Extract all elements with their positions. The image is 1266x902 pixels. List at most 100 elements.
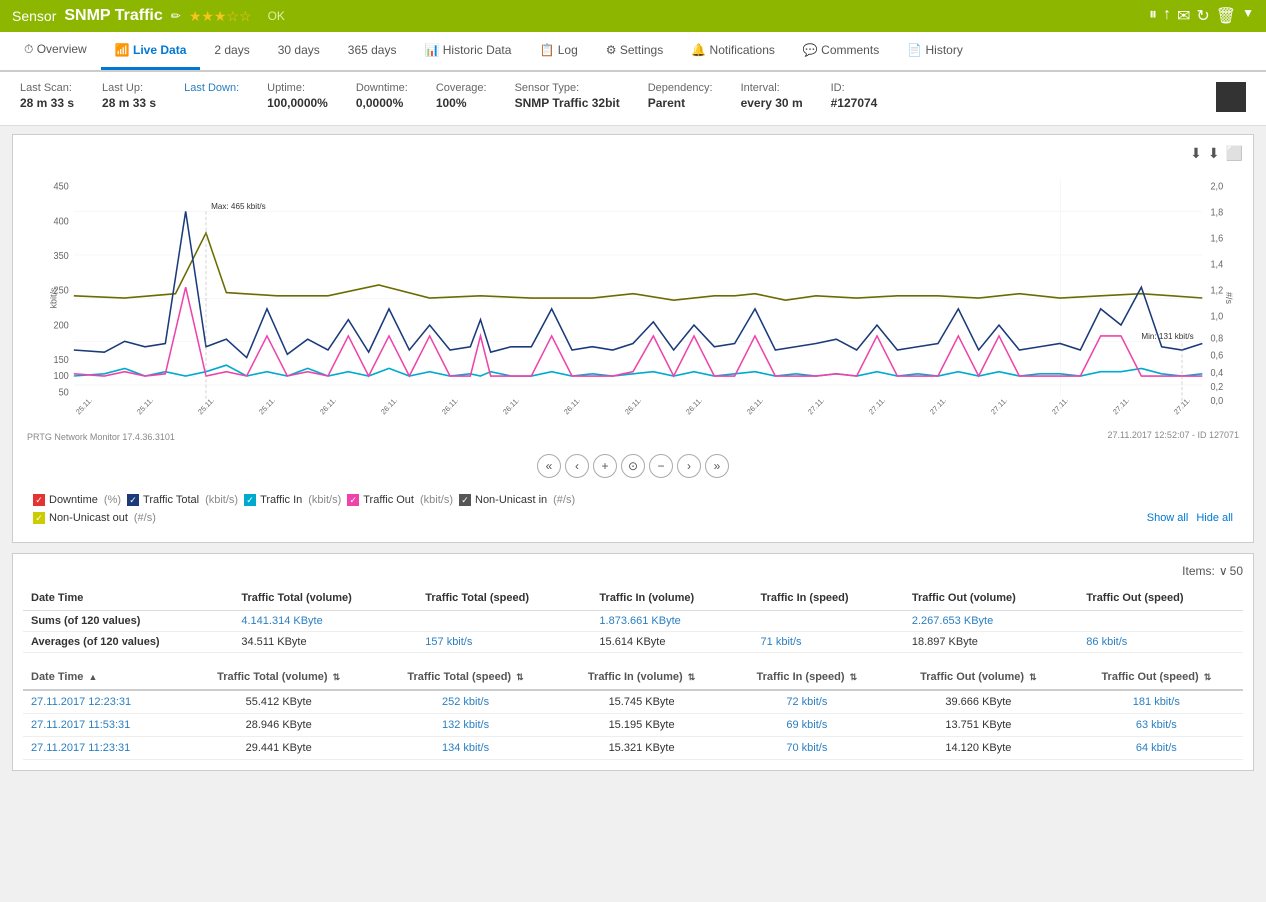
- col-tt-vol-sort[interactable]: Traffic Total (volume) ⇅: [183, 665, 374, 690]
- sort-arrow-tt-vol: ⇅: [333, 672, 341, 682]
- nav-history[interactable]: 📄 History: [893, 33, 977, 70]
- stat-dependency: Dependency: Parent: [648, 82, 713, 110]
- col-tt-spd-sort[interactable]: Traffic Total (speed) ⇅: [374, 665, 556, 690]
- col-ti-spd-sort[interactable]: Traffic In (speed) ⇅: [727, 665, 888, 690]
- legend-downtime-checkbox[interactable]: ✓: [33, 494, 45, 506]
- legend-downtime[interactable]: ✓ Downtime (%): [33, 494, 121, 506]
- table-row: 27.11.2017 11:23:31 29.441 KByte 134 kbi…: [23, 737, 1243, 760]
- edit-icon[interactable]: ✏: [171, 9, 181, 23]
- svg-text:400: 400: [54, 216, 69, 227]
- chart-btn-first[interactable]: «: [537, 454, 561, 478]
- legend-traffic-in[interactable]: ✓ Traffic In (kbit/s): [244, 494, 341, 506]
- dropdown-icon[interactable]: ▼: [1242, 6, 1254, 26]
- notifications-icon: 🔔: [691, 43, 706, 57]
- hide-all-link[interactable]: Hide all: [1196, 512, 1233, 524]
- fullscreen-icon[interactable]: ⬜: [1226, 145, 1243, 162]
- table-row: 27.11.2017 12:23:31 55.412 KByte 252 kbi…: [23, 690, 1243, 714]
- col-to-vol-sort[interactable]: Traffic Out (volume) ⇅: [887, 665, 1070, 690]
- legend-non-unicast-in-checkbox[interactable]: ✓: [459, 494, 471, 506]
- legend-traffic-out[interactable]: ✓ Traffic Out (kbit/s): [347, 494, 453, 506]
- stat-last-down: Last Down:: [184, 82, 239, 96]
- col-ti-vol-sort[interactable]: Traffic In (volume) ⇅: [557, 665, 727, 690]
- svg-text:1,6: 1,6: [1210, 233, 1223, 244]
- chart-toolbar: ⬇ ⬇ ⬜: [23, 145, 1243, 162]
- settings-icon: ⚙: [606, 43, 617, 57]
- cell-tt-vol: 28.946 KByte: [183, 714, 374, 737]
- cell-ti-spd: 72 kbit/s: [727, 690, 888, 714]
- show-all-link[interactable]: Show all: [1147, 512, 1189, 524]
- page-title: SNMP Traffic: [64, 7, 162, 25]
- data-rows: 27.11.2017 12:23:31 55.412 KByte 252 kbi…: [23, 690, 1243, 760]
- historic-data-icon: 📊: [424, 43, 439, 57]
- avg-to-spd: 86 kbit/s: [1078, 632, 1243, 653]
- col-datetime-sort[interactable]: Date Time ▲: [23, 665, 183, 690]
- cell-datetime: 27.11.2017 11:53:31: [23, 714, 183, 737]
- stat-downtime: Downtime: 0,0000%: [356, 82, 408, 110]
- chart-btn-next[interactable]: ›: [677, 454, 701, 478]
- nav-notifications[interactable]: 🔔 Notifications: [677, 33, 789, 70]
- mail-icon[interactable]: ✉: [1177, 6, 1190, 26]
- sums-label: Sums (of 120 values): [23, 611, 233, 632]
- items-dropdown-icon[interactable]: ∨: [1219, 564, 1228, 578]
- nav-log[interactable]: 📋 Log: [525, 33, 591, 70]
- nav-overview[interactable]: ⏱ Overview: [10, 32, 101, 70]
- cell-ti-vol: 15.745 KByte: [557, 690, 727, 714]
- legend-traffic-total[interactable]: ✓ Traffic Total (kbit/s): [127, 494, 238, 506]
- legend-traffic-total-checkbox[interactable]: ✓: [127, 494, 139, 506]
- sort-arrow-ti-vol: ⇅: [688, 672, 696, 682]
- comments-icon: 💬: [803, 43, 818, 57]
- chart-btn-zoom-out[interactable]: −: [649, 454, 673, 478]
- cell-tt-vol: 55.412 KByte: [183, 690, 374, 714]
- stat-sensor-type: Sensor Type: SNMP Traffic 32bit: [515, 82, 620, 110]
- nav-live-data[interactable]: 📶 Live Data: [101, 33, 201, 70]
- items-value: 50: [1230, 564, 1243, 578]
- pause-icon[interactable]: ⏸: [1149, 6, 1157, 26]
- cell-to-spd: 64 kbit/s: [1070, 737, 1243, 760]
- live-data-icon: 📶: [115, 43, 130, 57]
- data-table: Date Time ▲ Traffic Total (volume) ⇅ Tra…: [23, 665, 1243, 760]
- chart-btn-zoom-in[interactable]: +: [593, 454, 617, 478]
- cell-tt-spd: 252 kbit/s: [374, 690, 556, 714]
- legend-traffic-out-checkbox[interactable]: ✓: [347, 494, 359, 506]
- svg-text:Min: 131 kbit/s: Min: 131 kbit/s: [1141, 331, 1193, 341]
- stat-last-scan: Last Scan: 28 m 33 s: [20, 82, 74, 110]
- svg-text:0,0: 0,0: [1210, 396, 1223, 407]
- refresh-icon[interactable]: ↻: [1196, 6, 1209, 26]
- nav-365days[interactable]: 365 days: [334, 33, 411, 70]
- download-csv-icon[interactable]: ⬇: [1208, 145, 1220, 162]
- download-png-icon[interactable]: ⬇: [1190, 145, 1202, 162]
- cell-to-vol: 39.666 KByte: [887, 690, 1070, 714]
- chart-btn-center[interactable]: ⊙: [621, 454, 645, 478]
- sort-arrow-tt-spd: ⇅: [516, 672, 524, 682]
- col-to-spd-sort[interactable]: Traffic Out (speed) ⇅: [1070, 665, 1243, 690]
- sums-tt-spd: [417, 611, 591, 632]
- upload-icon[interactable]: ↑: [1163, 6, 1171, 26]
- chart-btn-last[interactable]: »: [705, 454, 729, 478]
- avg-to-vol: 18.897 KByte: [904, 632, 1078, 653]
- sort-arrow-to-spd: ⇅: [1204, 672, 1212, 682]
- sensor-word: Sensor: [12, 8, 56, 24]
- chart-btn-prev[interactable]: ‹: [565, 454, 589, 478]
- stat-interval: Interval: every 30 m: [741, 82, 803, 110]
- sort-arrow-ti-spd: ⇅: [850, 672, 858, 682]
- nav-2days[interactable]: 2 days: [200, 33, 263, 70]
- nav-30days[interactable]: 30 days: [264, 33, 334, 70]
- svg-text:150: 150: [54, 355, 69, 366]
- legend-traffic-in-checkbox[interactable]: ✓: [244, 494, 256, 506]
- nav-comments[interactable]: 💬 Comments: [789, 33, 893, 70]
- averages-label: Averages (of 120 values): [23, 632, 233, 653]
- stars-rating[interactable]: ★★★☆☆: [189, 8, 252, 25]
- col-to-spd-header: Traffic Out (speed): [1078, 586, 1243, 611]
- avg-ti-spd: 71 kbit/s: [753, 632, 904, 653]
- nav-settings[interactable]: ⚙ Settings: [592, 33, 677, 70]
- legend-non-unicast-out-checkbox[interactable]: ✓: [33, 512, 45, 524]
- cell-ti-vol: 15.321 KByte: [557, 737, 727, 760]
- nav-historic-data[interactable]: 📊 Historic Data: [410, 33, 525, 70]
- y-axis-label-right: #/s: [1224, 292, 1234, 304]
- legend-non-unicast-in[interactable]: ✓ Non-Unicast in (#/s): [459, 494, 575, 506]
- delete-icon[interactable]: 🗑: [1216, 6, 1236, 26]
- chart-legend: ✓ Downtime (%) ✓ Traffic Total (kbit/s) …: [23, 486, 1243, 532]
- cell-to-spd: 181 kbit/s: [1070, 690, 1243, 714]
- data-section-header: Items: ∨ 50: [23, 564, 1243, 586]
- legend-non-unicast-out[interactable]: ✓ Non-Unicast out (#/s): [33, 512, 156, 524]
